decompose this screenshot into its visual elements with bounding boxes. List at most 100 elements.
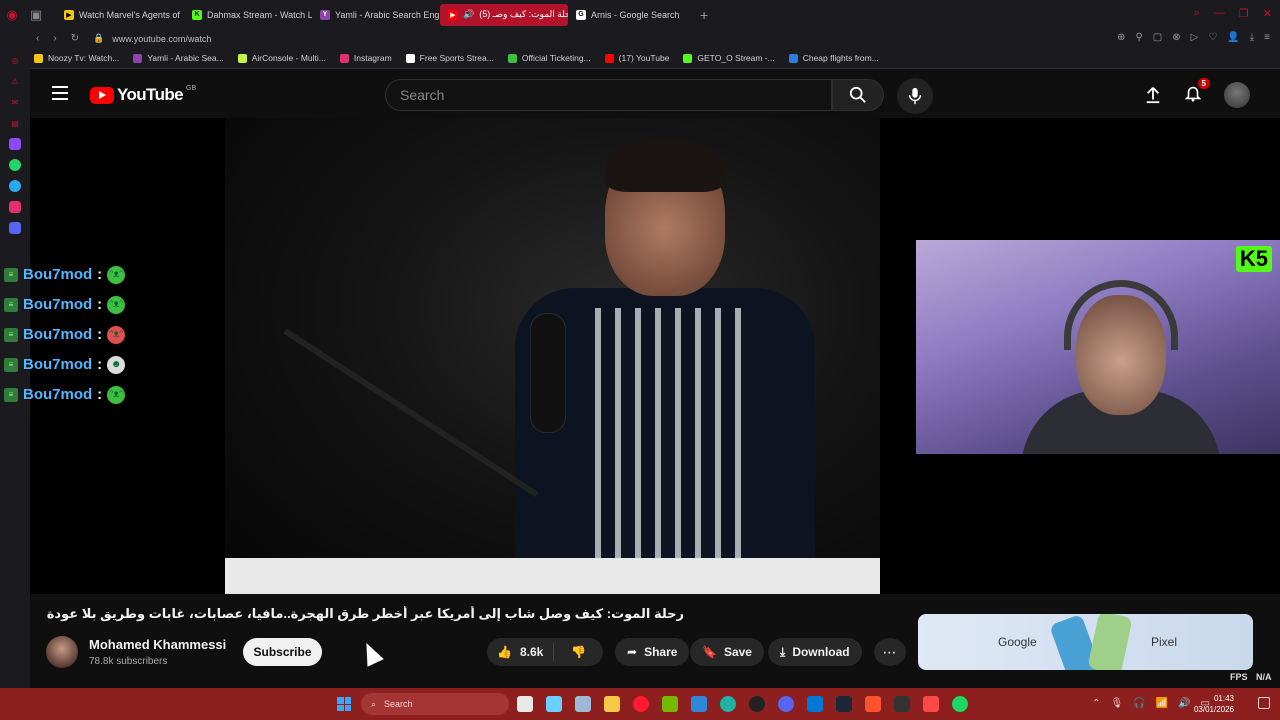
shield-icon[interactable]: ⊗ — [1172, 32, 1180, 43]
bookmark-icon: 🔖 — [702, 645, 717, 659]
player-icon[interactable]: ▷ — [1191, 32, 1199, 43]
reload-icon[interactable]: ↻ — [71, 33, 79, 44]
bookmark-0[interactable]: Noozy Tv: Watch... — [34, 53, 119, 63]
browser-tab-0[interactable]: ▶ Watch Marvel's Agents of — [56, 4, 184, 26]
search-icon — [849, 86, 866, 103]
search-button[interactable] — [832, 79, 884, 111]
speaker-icon[interactable]: 🔊 — [463, 9, 474, 20]
tab-label: Watch Marvel's Agents of — [79, 9, 180, 20]
channel-name[interactable]: Mohamed Khammessi — [89, 637, 226, 652]
minimize-icon[interactable]: — — [1214, 7, 1225, 20]
download-icon[interactable]: ⤓ — [1250, 32, 1254, 43]
headset-icon[interactable]: 🎧 — [1133, 698, 1145, 709]
sidebar-ad-banner[interactable]: Google Pixel — [918, 614, 1253, 670]
stream-chat-overlay: ≡ Bou7mod : ᵔᴥᵔ ≡ Bou7mod : ᵔᴥᵔ ≡ Bou7mo… — [4, 265, 126, 404]
bookmark-1[interactable]: Yamli - Arabic Sea... — [133, 53, 224, 63]
file-explorer-icon[interactable] — [604, 696, 620, 712]
bookmark-3[interactable]: Instagram — [339, 53, 392, 63]
volume-icon[interactable]: 🔊 — [1178, 698, 1190, 709]
notification-center-icon[interactable] — [1258, 697, 1270, 709]
bookmarks-bar: Noozy Tv: Watch... Yamli - Arabic Sea...… — [0, 48, 1280, 69]
download-button[interactable]: ⤓ Download — [768, 638, 862, 666]
pin-icon[interactable]: ⚲ — [1135, 32, 1142, 43]
github-icon[interactable] — [749, 696, 765, 712]
bookmark-8[interactable]: Cheap flights from... — [788, 53, 879, 63]
bookmark-5[interactable]: Official Ticketing... — [507, 53, 591, 63]
channel-avatar[interactable] — [46, 636, 78, 668]
search-input[interactable]: Search — [385, 79, 832, 111]
easy-setup-icon[interactable]: ≡ — [1264, 32, 1270, 43]
back-icon[interactable]: ‹ — [36, 33, 39, 44]
subscribe-button[interactable]: Subscribe — [243, 638, 322, 666]
more-actions-button[interactable]: ⋯ — [874, 638, 906, 666]
voice-search-button[interactable] — [897, 78, 933, 114]
microphone-icon[interactable]: 🎙 — [1110, 698, 1123, 709]
whatsapp-icon[interactable] — [9, 159, 21, 171]
task-view-icon[interactable] — [517, 696, 533, 712]
dislike-button[interactable]: 👎 — [561, 645, 596, 659]
emote-icon: ☻ — [107, 355, 126, 374]
browser-tab-4[interactable]: G Arnis - Google Search — [568, 4, 696, 26]
messenger-icon[interactable]: ✉ — [9, 96, 21, 108]
steam-icon[interactable] — [836, 696, 852, 712]
windows-start-icon[interactable] — [337, 697, 351, 711]
discord-icon[interactable] — [9, 222, 21, 234]
spotify-icon[interactable] — [952, 696, 968, 712]
edge-icon[interactable] — [720, 696, 736, 712]
opera-menu-icon[interactable]: ◉ — [0, 0, 24, 29]
vscode-icon[interactable] — [807, 696, 823, 712]
share-icon: ➦ — [627, 645, 638, 659]
upload-icon[interactable] — [1144, 86, 1162, 104]
hamburger-menu-icon[interactable] — [52, 86, 68, 100]
browser-tab-1[interactable]: K Dahmax Stream - Watch L — [184, 4, 312, 26]
twitch-icon[interactable] — [9, 138, 21, 150]
snapshot-icon[interactable]: ▢ — [1153, 32, 1162, 43]
brave-icon[interactable] — [865, 696, 881, 712]
store-icon[interactable] — [691, 696, 707, 712]
wifi-icon[interactable]: 📶 — [1156, 698, 1168, 709]
tab-label: Yamli - Arabic Search Eng — [335, 9, 440, 20]
instagram-icon[interactable] — [9, 201, 21, 213]
browser-tab-2[interactable]: Y Yamli - Arabic Search Eng — [312, 4, 440, 26]
close-icon[interactable]: ✕ — [1263, 7, 1272, 20]
microphone-icon — [908, 87, 922, 105]
crypto-wallet-icon[interactable]: ⚠ — [9, 75, 21, 87]
search-tabs-icon[interactable]: ⌕ — [1194, 7, 1200, 20]
profile-icon[interactable]: 👤 — [1227, 32, 1239, 43]
bookmark-4[interactable]: Free Sports Strea... — [405, 53, 494, 63]
new-tab-button[interactable]: + — [700, 7, 708, 23]
zoom-icon[interactable]: ⊕ — [1117, 32, 1125, 43]
aria-icon[interactable]: ◎ — [9, 54, 21, 66]
chevron-up-icon[interactable]: ⌃ — [1092, 698, 1100, 709]
heart-icon[interactable]: ♡ — [1208, 32, 1217, 43]
browser-tab-3-active[interactable]: ▶ 🔊 رحلة الموت: كيف وصـ (5) — [440, 3, 568, 26]
tab-overview-icon[interactable]: ▣ — [24, 0, 48, 29]
bookmark-6[interactable]: (17) YouTube — [604, 53, 669, 63]
like-button[interactable]: 👍 8.6k — [487, 643, 555, 661]
youtube-logo[interactable]: YouTube GB — [90, 85, 196, 105]
settings-icon[interactable] — [575, 696, 591, 712]
share-button[interactable]: ➦ Share — [615, 638, 690, 666]
tab-label: Dahmax Stream - Watch L — [207, 9, 312, 20]
account-avatar[interactable] — [1224, 82, 1250, 108]
taskbar-clock[interactable]: 01:43 03/01/2026 — [1194, 693, 1234, 715]
bookmark-7[interactable]: GETO_O Stream -... — [683, 53, 775, 63]
forward-icon[interactable]: › — [53, 33, 56, 44]
copilot-icon[interactable] — [546, 696, 562, 712]
nvidia-icon[interactable] — [662, 696, 678, 712]
bookmark-2[interactable]: AirConsole - Multi... — [237, 53, 326, 63]
chat-separator: : — [97, 266, 103, 283]
maximize-icon[interactable]: ❐ — [1239, 7, 1249, 20]
chat-username: Bou7mod — [23, 266, 93, 283]
save-button[interactable]: 🔖 Save — [690, 638, 764, 666]
url-field[interactable]: 🔒 www.youtube.com/watch — [93, 33, 211, 44]
discord-icon[interactable] — [778, 696, 794, 712]
vk-icon[interactable]: ▤ — [9, 117, 21, 129]
opera-icon[interactable] — [633, 696, 649, 712]
notifications-button[interactable]: 5 — [1184, 77, 1210, 107]
ea-icon[interactable] — [923, 696, 939, 712]
epic-games-icon[interactable] — [894, 696, 910, 712]
taskbar-search[interactable]: ⌕ Search — [361, 693, 509, 715]
telegram-icon[interactable] — [9, 180, 21, 192]
emote-icon: ᵔᴥᵔ — [107, 295, 126, 314]
